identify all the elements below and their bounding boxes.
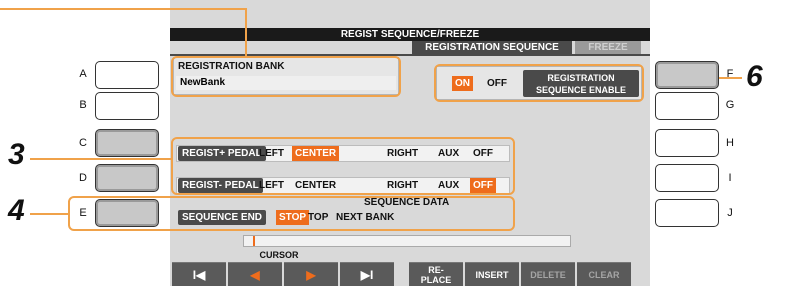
cursor-skip-end-button[interactable]: ▶I bbox=[340, 262, 394, 286]
side-button-d[interactable] bbox=[95, 164, 159, 192]
delete-button[interactable]: DELETE bbox=[521, 262, 575, 286]
arrow-left-icon: ◀ bbox=[250, 268, 260, 282]
arrow-right-icon: ▶ bbox=[306, 268, 316, 282]
side-letter-g: G bbox=[725, 99, 735, 111]
replace-button[interactable]: RE- PLACE bbox=[409, 262, 463, 286]
cursor-right-button[interactable]: ▶ bbox=[284, 262, 338, 286]
side-letter-h: H bbox=[726, 137, 734, 149]
sequence-cursor bbox=[253, 236, 255, 246]
pedal-callout-box bbox=[171, 137, 515, 195]
cursor-left-button[interactable]: ◀ bbox=[228, 262, 282, 286]
side-button-i[interactable] bbox=[655, 164, 719, 192]
callout-4-line bbox=[30, 213, 68, 215]
callout-top-line bbox=[0, 8, 247, 10]
callout-top-drop bbox=[245, 8, 247, 56]
step-4-callout: 4 bbox=[8, 194, 25, 227]
replace-label-1: RE- bbox=[428, 265, 444, 275]
step-3-callout: 3 bbox=[8, 138, 25, 171]
cursor-skip-start-button[interactable]: I◀ bbox=[172, 262, 226, 286]
side-button-j[interactable] bbox=[655, 199, 719, 227]
side-button-c[interactable] bbox=[95, 129, 159, 157]
step-6-callout: 6 bbox=[746, 60, 763, 93]
clear-button[interactable]: CLEAR bbox=[577, 262, 631, 286]
callout-6-line bbox=[719, 77, 742, 79]
skip-to-start-icon: I◀ bbox=[192, 268, 206, 282]
sequence-callout-box bbox=[68, 196, 515, 231]
cursor-label: CURSOR bbox=[259, 250, 299, 260]
side-button-g[interactable] bbox=[655, 92, 719, 120]
sequence-bar bbox=[243, 235, 571, 247]
side-letter-b: B bbox=[79, 99, 87, 111]
skip-to-end-icon: ▶I bbox=[360, 268, 374, 282]
side-button-h[interactable] bbox=[655, 129, 719, 157]
side-button-a[interactable] bbox=[95, 61, 159, 89]
insert-button[interactable]: INSERT bbox=[465, 262, 519, 286]
side-button-f[interactable] bbox=[655, 61, 719, 89]
sequence-enable-callout-box bbox=[434, 64, 644, 102]
bank-callout-box bbox=[171, 56, 401, 97]
callout-3-line bbox=[30, 158, 171, 160]
side-letter-i: I bbox=[728, 172, 732, 184]
replace-label-2: PLACE bbox=[420, 275, 452, 285]
side-letter-c: C bbox=[79, 137, 87, 149]
tab-freeze[interactable]: FREEZE bbox=[575, 41, 641, 54]
side-letter-d: D bbox=[79, 172, 87, 184]
screen-title: REGIST SEQUENCE/FREEZE bbox=[170, 28, 650, 41]
tab-registration-sequence[interactable]: REGISTRATION SEQUENCE bbox=[412, 41, 572, 54]
side-button-b[interactable] bbox=[95, 92, 159, 120]
side-letter-j: J bbox=[727, 207, 733, 219]
side-letter-a: A bbox=[79, 68, 87, 80]
